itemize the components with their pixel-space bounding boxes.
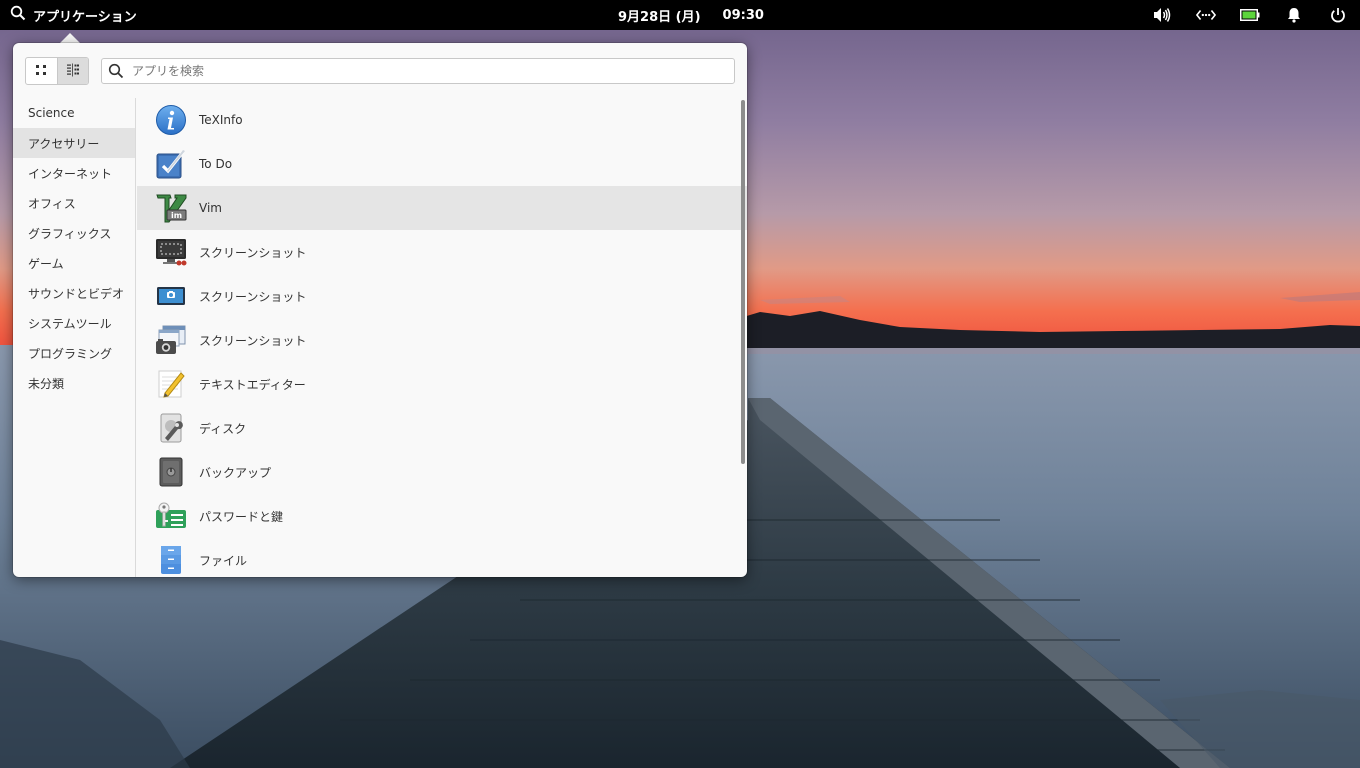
grid-view-button[interactable] bbox=[26, 58, 57, 84]
applications-label: アプリケーション bbox=[33, 9, 137, 25]
app-search-input[interactable] bbox=[130, 63, 694, 79]
app-item-screenshot-1[interactable]: スクリーンショット bbox=[137, 230, 747, 274]
disk-utility-icon bbox=[155, 412, 187, 444]
app-search-field bbox=[101, 58, 735, 84]
app-label: TeXInfo bbox=[199, 113, 243, 127]
time-text: 09:30 bbox=[722, 7, 764, 23]
launcher-pointer bbox=[60, 33, 80, 43]
screenshot-camera-icon bbox=[155, 280, 187, 312]
search-icon bbox=[10, 5, 26, 25]
view-mode-toggle bbox=[25, 57, 89, 85]
category-system-tools[interactable]: システムツール bbox=[13, 308, 135, 338]
app-list: TeXInfo To Do im Vim スクリーンショット スクリーンショット bbox=[137, 98, 747, 577]
app-item-text-editor[interactable]: テキストエディター bbox=[137, 362, 747, 406]
app-list-scrollbar[interactable] bbox=[741, 100, 745, 464]
todo-checkbox-icon bbox=[155, 148, 187, 180]
app-label: テキストエディター bbox=[199, 377, 306, 392]
app-item-todo[interactable]: To Do bbox=[137, 142, 747, 186]
info-icon bbox=[155, 104, 187, 136]
app-label: Vim bbox=[199, 201, 222, 215]
category-sound-video[interactable]: サウンドとビデオ bbox=[13, 278, 135, 308]
app-label: To Do bbox=[199, 157, 233, 171]
vim-icon: im bbox=[155, 192, 187, 224]
category-accessories[interactable]: アクセサリー bbox=[13, 128, 135, 158]
category-science[interactable]: Science bbox=[13, 98, 135, 128]
applications-menu-button[interactable]: アプリケーション bbox=[10, 0, 137, 30]
app-item-vim[interactable]: im Vim bbox=[137, 186, 747, 230]
app-item-screenshot-3[interactable]: スクリーンショット bbox=[137, 318, 747, 362]
app-label: バックアップ bbox=[199, 465, 272, 480]
app-label: パスワードと鍵 bbox=[199, 509, 284, 524]
category-uncategorized[interactable]: 未分類 bbox=[13, 368, 135, 398]
date-text: 9月28日 (月) bbox=[618, 9, 701, 25]
app-item-texinfo[interactable]: TeXInfo bbox=[137, 98, 747, 142]
category-sidebar: Science アクセサリー インターネット オフィス グラフィックス ゲーム … bbox=[13, 98, 136, 577]
network-icon[interactable] bbox=[1196, 5, 1216, 25]
svg-text:im: im bbox=[171, 211, 182, 220]
screenshot-monitor-icon bbox=[155, 236, 187, 268]
category-graphics[interactable]: グラフィックス bbox=[13, 218, 135, 248]
category-office[interactable]: オフィス bbox=[13, 188, 135, 218]
datetime-indicator[interactable]: 9月28日 (月) 09:30 bbox=[618, 0, 764, 30]
category-games[interactable]: ゲーム bbox=[13, 248, 135, 278]
app-label: スクリーンショット bbox=[199, 245, 307, 260]
app-label: ディスク bbox=[199, 421, 247, 436]
app-item-files[interactable]: ファイル bbox=[137, 538, 747, 577]
screenshot-windows-icon bbox=[155, 324, 187, 356]
grid-view-icon bbox=[34, 62, 48, 81]
app-label: ファイル bbox=[199, 553, 248, 568]
category-view-button[interactable] bbox=[56, 58, 88, 84]
app-item-disks[interactable]: ディスク bbox=[137, 406, 747, 450]
backup-safe-icon bbox=[155, 456, 187, 488]
app-label: スクリーンショット bbox=[199, 289, 307, 304]
file-cabinet-icon bbox=[155, 544, 187, 576]
text-editor-icon bbox=[155, 368, 187, 400]
application-launcher: Science アクセサリー インターネット オフィス グラフィックス ゲーム … bbox=[13, 43, 747, 577]
battery-icon[interactable] bbox=[1240, 5, 1260, 25]
category-view-icon bbox=[66, 62, 80, 81]
top-panel: アプリケーション 9月28日 (月) 09:30 bbox=[0, 0, 1360, 30]
passwords-keys-icon bbox=[155, 500, 187, 532]
app-item-screenshot-2[interactable]: スクリーンショット bbox=[137, 274, 747, 318]
notifications-icon[interactable] bbox=[1284, 5, 1304, 25]
app-item-passwords-keys[interactable]: パスワードと鍵 bbox=[137, 494, 747, 538]
volume-icon[interactable] bbox=[1152, 5, 1172, 25]
app-item-backup[interactable]: バックアップ bbox=[137, 450, 747, 494]
app-label: スクリーンショット bbox=[199, 333, 307, 348]
category-programming[interactable]: プログラミング bbox=[13, 338, 135, 368]
power-icon[interactable] bbox=[1328, 5, 1348, 25]
search-icon bbox=[108, 63, 124, 79]
category-internet[interactable]: インターネット bbox=[13, 158, 135, 188]
